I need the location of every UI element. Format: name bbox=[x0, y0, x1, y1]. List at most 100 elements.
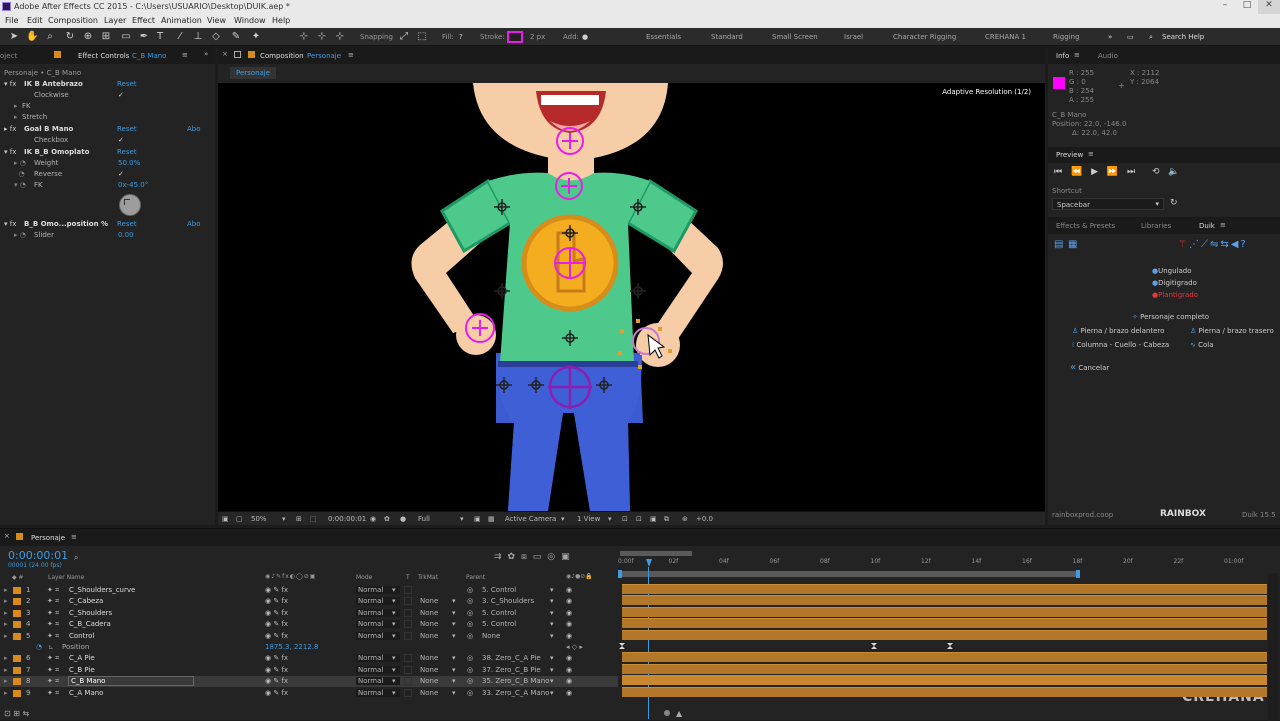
rainbox-site[interactable]: rainboxprod.coop bbox=[1052, 511, 1113, 519]
preserve-transparency-checkbox[interactable] bbox=[404, 631, 412, 640]
transparency-grid-icon[interactable]: ▦ bbox=[488, 515, 495, 523]
last-frame-icon[interactable]: ⏭ bbox=[1127, 167, 1135, 177]
menu-file[interactable]: File bbox=[5, 16, 18, 25]
property-row[interactable]: ◔ ⊾ Position 1875.3, 2212.8 ◂ ◇ ▸ bbox=[0, 642, 618, 653]
close-icon[interactable]: ✕ bbox=[1258, 0, 1280, 14]
panel-menu-icon[interactable]: ≡ bbox=[71, 533, 77, 541]
option-ungulado[interactable]: ●Ungulado bbox=[1152, 265, 1198, 277]
work-area-start-handle[interactable] bbox=[618, 570, 622, 578]
current-time[interactable]: 0:00:00:01 bbox=[328, 515, 366, 523]
composition-viewer[interactable]: Adaptive Resolution (1/2) bbox=[218, 83, 1045, 511]
fx-icon[interactable]: ▾ fx bbox=[4, 80, 16, 88]
pick-whip-icon[interactable]: ◎ bbox=[467, 689, 473, 697]
menu-animation[interactable]: Animation bbox=[161, 16, 202, 25]
layer-name[interactable]: C_B_Cadera bbox=[69, 620, 111, 628]
duik-tools-icons[interactable]: ⚚⋰⟋⇋⇆◀? bbox=[1178, 239, 1248, 250]
hand-tool-icon[interactable]: ✋ bbox=[26, 31, 38, 43]
snapping-label[interactable]: Snapping bbox=[360, 33, 393, 41]
layer-duration-bar[interactable] bbox=[622, 584, 1267, 594]
pick-whip-icon[interactable]: ◎ bbox=[467, 597, 473, 605]
work-area-bar[interactable] bbox=[620, 551, 692, 556]
camera-tool-icon[interactable]: ⊕ bbox=[82, 31, 94, 43]
duik-calc-icon[interactable]: ▦ bbox=[1068, 239, 1077, 250]
search-layers-icon[interactable]: ⌕ bbox=[74, 553, 78, 563]
maximize-icon[interactable]: □ bbox=[1236, 0, 1258, 14]
roto-brush-tool-icon[interactable]: ✎ bbox=[230, 31, 242, 43]
label-color-icon[interactable] bbox=[13, 587, 21, 594]
expand-arrow-icon[interactable]: ▸ bbox=[4, 666, 8, 674]
weight-value[interactable]: 50.0% bbox=[118, 159, 140, 167]
close-tab-icon[interactable]: × bbox=[222, 50, 228, 58]
comp-subtab[interactable]: Personaje bbox=[230, 67, 277, 79]
layer-duration-bar[interactable] bbox=[622, 686, 1267, 697]
toggle-pixel-icon[interactable]: ⊡ bbox=[622, 515, 628, 523]
selection-tool-icon[interactable]: ➤ bbox=[8, 31, 20, 43]
view-layout-arrow-icon[interactable]: ▾ bbox=[608, 515, 612, 523]
angle-dial[interactable] bbox=[119, 194, 141, 216]
visibility-icon[interactable]: ◉ bbox=[566, 666, 572, 674]
loop-icon[interactable]: ⟲ bbox=[1152, 167, 1160, 177]
speaker-icon[interactable]: 🔈 bbox=[1168, 167, 1179, 177]
column-t[interactable]: T bbox=[406, 574, 410, 581]
label-color-icon[interactable] bbox=[13, 689, 21, 697]
previous-frame-icon[interactable]: ⏪ bbox=[1071, 167, 1082, 177]
lock-icon[interactable] bbox=[234, 51, 241, 58]
minimize-icon[interactable]: – bbox=[1214, 0, 1236, 14]
tail-button[interactable]: ∿ Cola bbox=[1190, 341, 1214, 349]
layer-row[interactable]: ▸ 3 ✦ ⌗ C_Shoulders ◉ ✎ fx Normal ▾ None ▾ ◎ 5. Co… bbox=[0, 608, 618, 619]
search-help-input[interactable]: Search Help bbox=[1162, 33, 1204, 41]
workspace-rigging[interactable]: Rigging bbox=[1053, 33, 1080, 41]
fk-angle-value[interactable]: 0x-45.0° bbox=[118, 181, 148, 189]
reset-shortcut-icon[interactable]: ↻ bbox=[1170, 198, 1178, 208]
checkbox-value[interactable]: ✓ bbox=[118, 136, 124, 144]
parent-dropdown[interactable]: 5. Control bbox=[482, 620, 516, 628]
menu-window[interactable]: Window bbox=[234, 16, 266, 25]
switches-icons[interactable]: ◉ ✎ fx bbox=[265, 677, 288, 685]
switches-icons[interactable]: ◉ ✎ fx bbox=[265, 586, 288, 594]
visibility-icon[interactable]: ◉ bbox=[566, 689, 572, 697]
panel-menu-icon[interactable]: ≡ bbox=[348, 51, 354, 59]
layer-row[interactable]: ▸ 9 ✦ ⌗ C_A Mano ◉ ✎ fx Normal ▾ None ▾ ◎ 33. Zero… bbox=[0, 688, 618, 699]
workspace-essentials[interactable]: Essentials bbox=[646, 33, 681, 41]
visibility-icon[interactable]: ◉ bbox=[566, 654, 572, 662]
reverse-checkbox[interactable]: ✓ bbox=[118, 170, 124, 178]
pick-whip-icon[interactable]: ◎ bbox=[467, 609, 473, 617]
expand-arrow-icon[interactable]: ▸ bbox=[4, 632, 8, 640]
preserve-transparency-checkbox[interactable] bbox=[404, 665, 412, 674]
timeline-scrollbar[interactable] bbox=[1268, 573, 1278, 721]
layer-duration-bar[interactable] bbox=[622, 629, 1267, 640]
cancel-button[interactable]: « Cancelar bbox=[1070, 362, 1109, 373]
shortcut-dropdown[interactable]: Spacebar ▾ bbox=[1052, 198, 1164, 210]
puppet-tool-icon[interactable]: ✦ bbox=[250, 31, 262, 43]
reset-exposure-icon[interactable]: ⊛ bbox=[682, 515, 688, 523]
region-interest-icon[interactable]: ▣ bbox=[474, 515, 481, 523]
visibility-icon[interactable]: ◉ bbox=[566, 677, 572, 685]
label-color-icon[interactable] bbox=[13, 666, 21, 674]
switches-icons[interactable]: ◉ ✎ fx bbox=[265, 609, 288, 617]
menu-layer[interactable]: Layer bbox=[104, 16, 126, 25]
type-tool-icon[interactable]: T bbox=[154, 31, 166, 43]
timeline-footer-icons[interactable]: ⊡ ⊞ ⇆ bbox=[4, 709, 29, 718]
resolution-arrow-icon[interactable]: ▾ bbox=[460, 515, 464, 523]
pick-whip-icon[interactable]: ◎ bbox=[467, 586, 473, 594]
zoom-dropdown[interactable]: 50% bbox=[251, 515, 267, 523]
switches-icons[interactable]: ◉ ✎ fx bbox=[265, 632, 288, 640]
timeline-current-time[interactable]: 0:00:00:01 bbox=[8, 549, 68, 562]
tab-effect-controls[interactable]: Effect Controls bbox=[78, 52, 129, 60]
expand-arrow-icon[interactable]: ▸ bbox=[4, 620, 8, 628]
panel-menu-icon[interactable]: ≡ bbox=[1220, 221, 1226, 229]
tab-effects-presets[interactable]: Effects & Presets bbox=[1056, 222, 1115, 230]
layer-duration-bar[interactable] bbox=[622, 652, 1267, 663]
expand-arrow-icon[interactable]: ▸ bbox=[4, 586, 8, 594]
label-color-icon[interactable] bbox=[13, 655, 21, 663]
parent-dropdown[interactable]: None bbox=[482, 632, 500, 640]
duik-doc-icon[interactable]: ▤ bbox=[1054, 239, 1063, 250]
clockwise-checkbox[interactable]: ✓ bbox=[118, 91, 124, 99]
visibility-icon[interactable]: ◉ bbox=[566, 597, 572, 605]
preserve-transparency-checkbox[interactable] bbox=[404, 586, 412, 594]
fill-help-icon[interactable]: ? bbox=[459, 33, 463, 41]
stroke-swatch[interactable] bbox=[507, 31, 523, 43]
visibility-icon[interactable]: ◉ bbox=[566, 609, 572, 617]
layer-row[interactable]: ▸ 1 ✦ ⌗ C_Shoulders_curve ◉ ✎ fx Normal ▾ ◎ 5. C… bbox=[0, 585, 618, 596]
tab-preview[interactable]: Preview bbox=[1056, 151, 1083, 159]
